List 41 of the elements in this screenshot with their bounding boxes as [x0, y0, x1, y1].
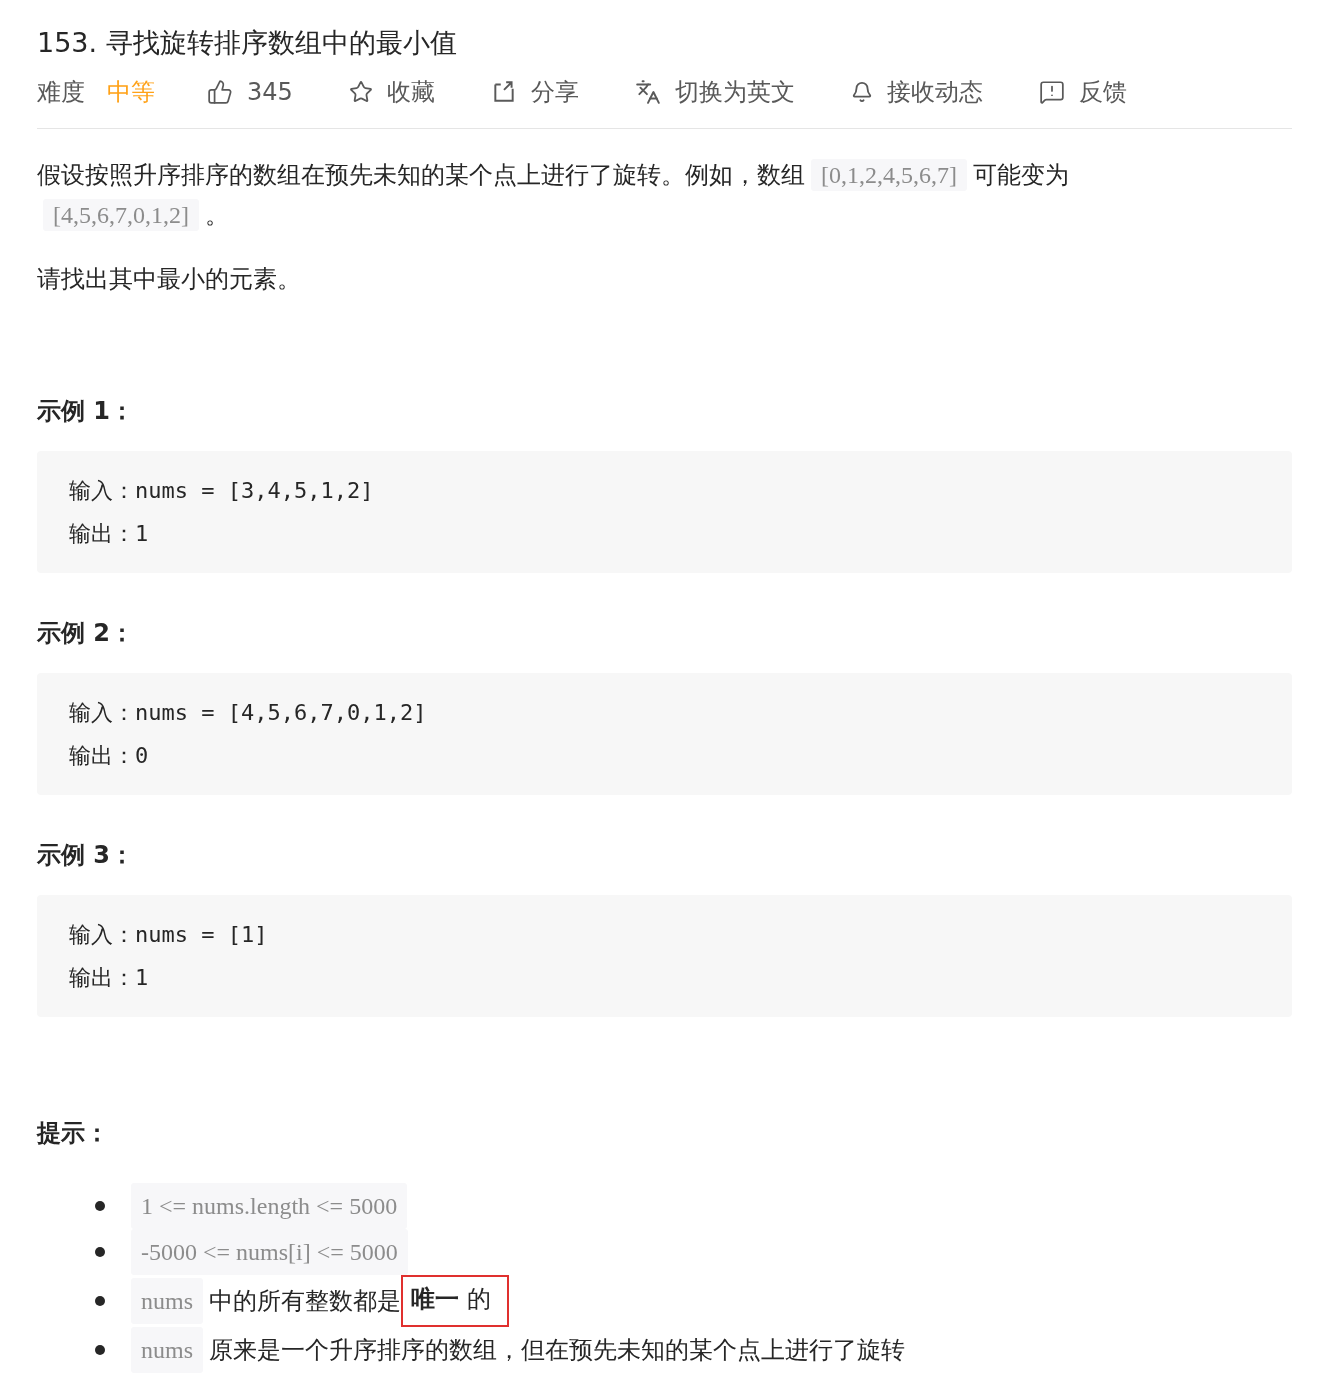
text: 原来是一个升序排序的数组，但在预先未知的某个点上进行了旋转	[209, 1335, 905, 1366]
bullet	[95, 1345, 105, 1355]
example-line: 输出：1	[69, 520, 150, 548]
highlighted-text: 唯一 的	[401, 1275, 509, 1327]
bullet	[95, 1201, 105, 1211]
inline-code: nums	[131, 1327, 203, 1373]
example-heading: 示例 1：	[37, 396, 136, 427]
translate-action[interactable]: 切换为英文	[634, 76, 795, 108]
bullet	[95, 1296, 105, 1306]
example-heading: 示例 3：	[37, 840, 136, 871]
example-line: 输出：1	[69, 964, 150, 992]
difficulty-label: 难度	[37, 77, 85, 108]
example-line: 输入：nums = [3,4,5,1,2]	[69, 477, 375, 505]
inline-code: -5000 <= nums[i] <= 5000	[131, 1229, 408, 1275]
text: 假设按照升序排序的数组在预先未知的某个点上进行了旋转。例如，数组	[37, 161, 805, 189]
example-line: 输出：0	[69, 742, 150, 770]
inline-code: nums	[131, 1278, 203, 1324]
bell-action[interactable]: 接收动态	[850, 76, 983, 108]
share-action[interactable]: 分享	[490, 76, 579, 108]
translate-icon	[634, 79, 661, 105]
text: 。	[205, 201, 229, 229]
thumbs-up-icon	[207, 79, 233, 105]
star-icon	[348, 80, 373, 104]
example-line: 输入：nums = [4,5,6,7,0,1,2]	[69, 699, 428, 727]
inline-code: [0,1,2,4,5,6,7]	[811, 159, 967, 191]
text: 请找出其中最小的元素。	[37, 265, 301, 293]
hints-heading: 提示：	[37, 1118, 110, 1149]
feedback-action[interactable]: 反馈	[1038, 76, 1127, 108]
text: 可能变为	[973, 161, 1069, 189]
star-action[interactable]: 收藏	[348, 76, 435, 108]
problem-title: 153. 寻找旋转排序数组中的最小值	[37, 26, 458, 60]
inline-code: [4,5,6,7,0,1,2]	[43, 199, 199, 231]
example-line: 输入：nums = [1]	[69, 921, 269, 949]
example-heading: 示例 2：	[37, 618, 136, 649]
inline-code: 1 <= nums.length <= 5000	[131, 1183, 408, 1229]
text: 中的所有整数都是	[209, 1286, 401, 1317]
feedback-icon	[1038, 79, 1065, 105]
bullet	[95, 1247, 105, 1257]
bell-icon	[850, 81, 873, 103]
like-action[interactable]: 345	[207, 78, 293, 106]
difficulty-value: 中等	[107, 77, 155, 108]
